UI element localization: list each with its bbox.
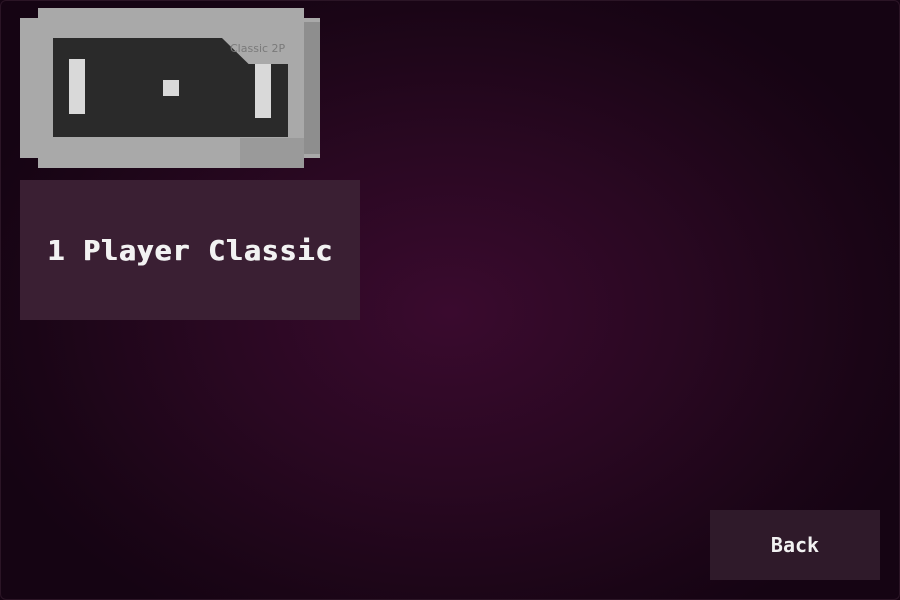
one-player-classic-button[interactable]: 1 Player Classic (20, 180, 360, 320)
cartridge-shade (304, 22, 320, 154)
right-paddle-icon (255, 63, 271, 118)
mode-button-label: 1 Player Classic (47, 233, 333, 267)
ball-icon (163, 80, 179, 96)
left-paddle-icon (69, 59, 85, 114)
back-button[interactable]: Back (710, 510, 880, 580)
game-cartridge-thumbnail[interactable]: Classic 2P (20, 8, 320, 168)
cartridge-label: Classic 2P (230, 42, 286, 55)
back-button-label: Back (770, 533, 820, 557)
cartridge-shade-bottom (240, 138, 304, 168)
